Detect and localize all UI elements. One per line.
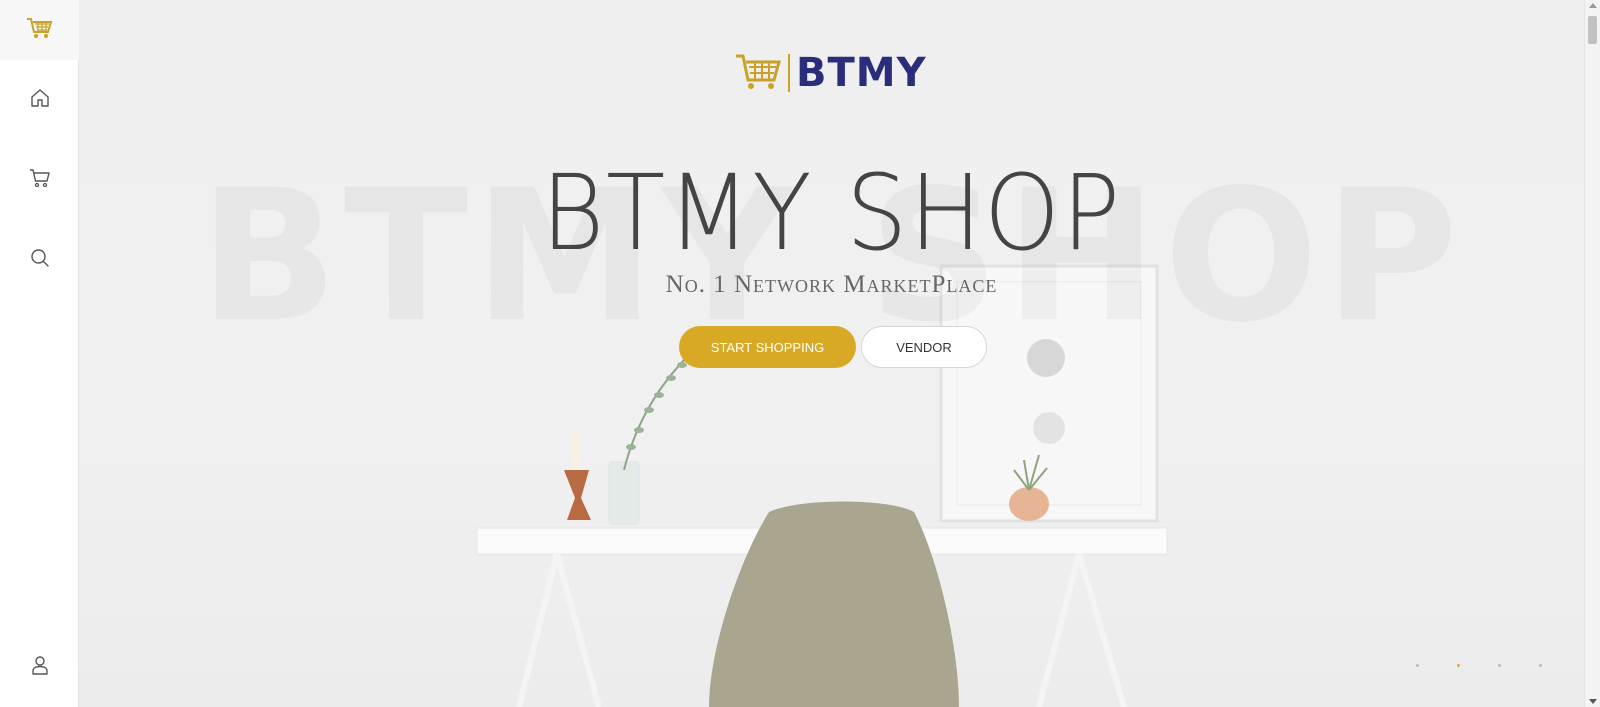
slider-dot[interactable]: [1498, 664, 1501, 667]
slider-dot[interactable]: [1539, 664, 1542, 667]
home-icon: [30, 88, 50, 112]
vendor-button[interactable]: VENDOR: [861, 326, 987, 368]
slider-dot[interactable]: [1416, 664, 1419, 667]
user-icon: [30, 655, 50, 679]
scroll-up-arrow-icon[interactable]: [1589, 3, 1597, 8]
slider-dot-active[interactable]: [1457, 664, 1460, 667]
hero-section: BTMY SHOP BTMY BTMY SHOP No. 1 Network M…: [79, 0, 1584, 707]
sidebar-item-cart[interactable]: [0, 160, 79, 200]
hero-title: BTMY SHOP: [540, 152, 1122, 274]
sidebar-item-home[interactable]: [0, 80, 79, 120]
cart-logo-icon: [26, 16, 54, 44]
brand-divider: [788, 54, 790, 92]
cart-logo-icon: [734, 50, 784, 96]
page-scrollbar[interactable]: [1584, 0, 1600, 707]
sidebar-item-search[interactable]: [0, 240, 79, 280]
brand-logo[interactable]: BTMY: [734, 50, 927, 96]
scroll-down-arrow-icon[interactable]: [1589, 699, 1597, 704]
start-shopping-button[interactable]: START SHOPPING: [679, 326, 856, 368]
sidebar-logo[interactable]: [0, 0, 79, 60]
slider-pagination: [1416, 664, 1542, 667]
sidebar-item-account[interactable]: [0, 647, 79, 687]
search-icon: [30, 248, 50, 272]
brand-name: BTMY: [796, 50, 927, 96]
cart-icon: [29, 168, 51, 192]
scroll-thumb[interactable]: [1588, 16, 1597, 44]
sidebar: [0, 0, 79, 707]
hero-subtitle: No. 1 Network MarketPlace: [665, 271, 998, 298]
